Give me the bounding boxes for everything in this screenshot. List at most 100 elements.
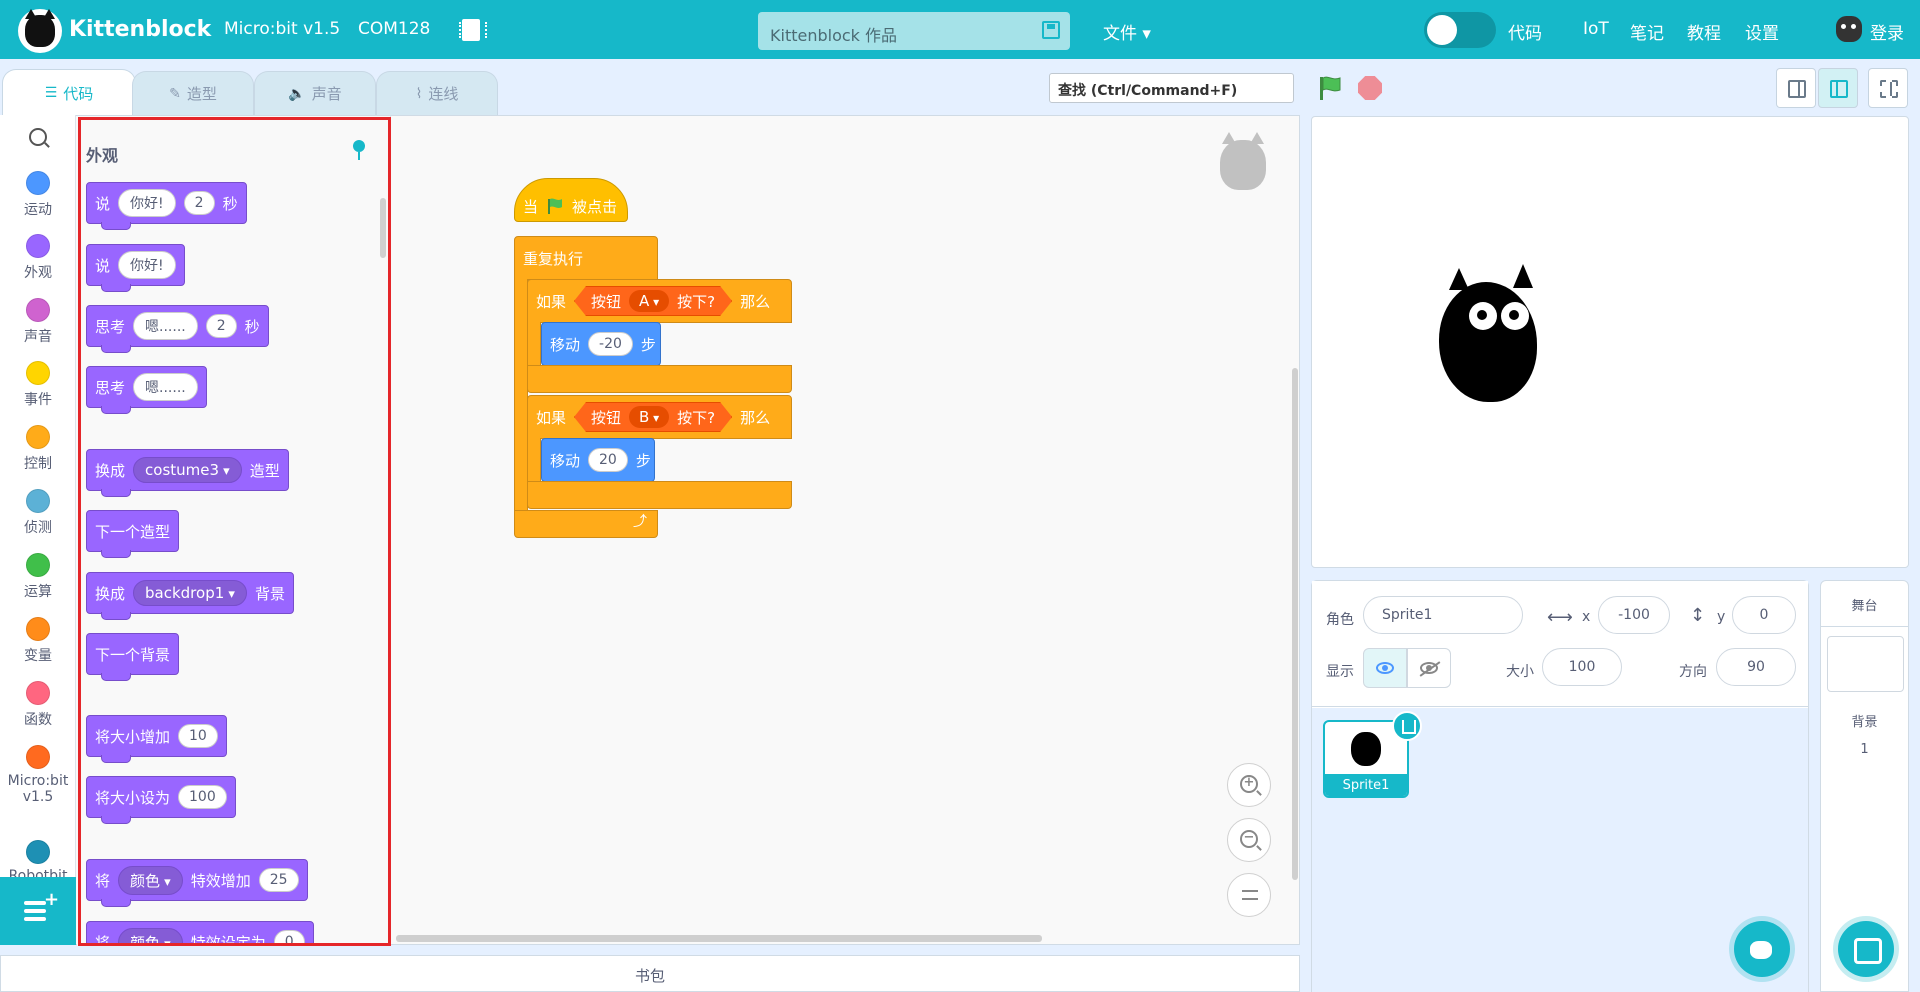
stop-icon[interactable] xyxy=(1358,76,1382,100)
zoom-reset-button[interactable] xyxy=(1227,873,1271,917)
block-move-steps[interactable]: 移动 -20 步 xyxy=(541,322,661,366)
category-6[interactable]: 侦测 xyxy=(0,489,76,537)
code-mode-toggle[interactable] xyxy=(1424,12,1496,48)
category-list: 运动外观声音事件控制侦测运算变量函数 Micro:bit v1.5 Robotbit xyxy=(0,0,76,877)
login-link[interactable]: 登录 xyxy=(1870,19,1904,44)
block-input[interactable]: 2 xyxy=(183,191,215,215)
block-next-backdrop[interactable]: 下一个背景 xyxy=(86,633,180,681)
show-sprite-button[interactable] xyxy=(1363,648,1407,688)
block-input[interactable]: 你好! xyxy=(118,251,176,279)
block-input[interactable]: 2 xyxy=(205,314,237,338)
block-input[interactable]: 10 xyxy=(178,724,218,748)
project-title-input[interactable]: Kittenblock 作品 xyxy=(758,12,1070,50)
category-2[interactable]: 外观 xyxy=(0,234,76,282)
tab-costumes[interactable]: ✎ 造型 xyxy=(132,71,254,115)
category-7[interactable]: 运算 xyxy=(0,553,76,601)
small-stage-button[interactable] xyxy=(1776,68,1816,108)
block-if-button-a[interactable]: 如果 按钮 A 按下? 那么 xyxy=(527,279,792,323)
backdrop-dropdown[interactable]: backdrop1 xyxy=(133,580,247,606)
block-change-effect[interactable]: 将 颜色 特效增加 25 xyxy=(86,859,308,907)
find-input[interactable]: 查找 (Ctrl/Command+F) xyxy=(1049,73,1294,103)
category-4[interactable]: 事件 xyxy=(0,361,76,409)
category-5[interactable]: 控制 xyxy=(0,425,76,473)
block-think-for-secs[interactable]: 思考 嗯...... 2 秒 xyxy=(86,305,269,353)
block-switch-costume[interactable]: 换成 costume3 造型 xyxy=(86,449,289,497)
block-button-pressed[interactable]: 按钮 B 按下? xyxy=(574,402,732,432)
category-8[interactable]: 变量 xyxy=(0,617,76,665)
delete-sprite-icon[interactable] xyxy=(1392,711,1422,741)
device-selector[interactable]: Micro:bit v1.5 xyxy=(224,19,340,39)
button-dropdown[interactable]: A xyxy=(629,290,669,312)
block-input[interactable]: 你好! xyxy=(118,189,176,217)
block-input[interactable]: 0 xyxy=(273,930,305,946)
menu-tutorials[interactable]: 教程 xyxy=(1687,19,1721,44)
user-avatar-icon[interactable] xyxy=(1836,16,1862,42)
sprite-name-input[interactable]: Sprite1 xyxy=(1363,596,1523,634)
block-input[interactable]: 25 xyxy=(258,868,299,892)
block-input[interactable]: 20 xyxy=(588,448,628,472)
block-input[interactable]: 嗯...... xyxy=(133,312,198,340)
y-input[interactable]: 0 xyxy=(1732,596,1796,634)
direction-input[interactable]: 90 xyxy=(1716,648,1796,686)
button-dropdown[interactable]: B xyxy=(629,406,669,428)
effect-dropdown[interactable]: 颜色 xyxy=(118,927,183,946)
menu-notes[interactable]: 笔记 xyxy=(1630,19,1664,44)
zoom-in-button[interactable]: + xyxy=(1227,763,1271,807)
normal-stage-button[interactable] xyxy=(1818,68,1858,108)
add-extension-button[interactable] xyxy=(0,877,76,945)
costume-dropdown[interactable]: costume3 xyxy=(133,457,242,483)
block-input[interactable]: -20 xyxy=(588,332,633,356)
block-when-flag-clicked[interactable]: 当 被点击 xyxy=(514,178,628,222)
category-9[interactable]: 函数 xyxy=(0,681,76,729)
category-1[interactable]: 运动 xyxy=(0,171,76,219)
x-input[interactable]: -100 xyxy=(1598,596,1670,634)
block-forever[interactable]: 重复执行 xyxy=(514,236,658,280)
block-if-button-b[interactable]: 如果 按钮 B 按下? 那么 xyxy=(527,395,792,439)
block-set-effect[interactable]: 将 颜色 特效设定为 0 xyxy=(86,921,314,946)
workspace-vertical-scrollbar[interactable] xyxy=(1292,368,1298,880)
block-think[interactable]: 思考 嗯...... xyxy=(86,366,207,414)
block-move-steps[interactable]: 移动 20 步 xyxy=(541,438,655,482)
palette-scrollbar[interactable] xyxy=(380,198,386,258)
sprite-cat-on-stage[interactable] xyxy=(1439,264,1537,402)
block-input[interactable]: 嗯...... xyxy=(133,373,198,401)
block-change-size[interactable]: 将大小增加 10 xyxy=(86,715,227,763)
tab-sounds[interactable]: 🔈 声音 xyxy=(254,71,376,115)
add-sprite-button[interactable] xyxy=(1734,921,1790,977)
category-11[interactable]: Robotbit xyxy=(0,840,76,877)
category-3[interactable]: 声音 xyxy=(0,298,76,346)
block-next-costume[interactable]: 下一个造型 xyxy=(86,510,180,558)
pin-icon[interactable] xyxy=(353,140,365,160)
block-switch-backdrop[interactable]: 换成 backdrop1 背景 xyxy=(86,572,294,620)
firmware-chip-icon[interactable] xyxy=(459,19,487,41)
zoom-out-button[interactable]: − xyxy=(1227,818,1271,862)
category-label: 函数 xyxy=(24,712,52,728)
port-selector[interactable]: COM128 xyxy=(358,19,430,39)
stage-thumbnail[interactable] xyxy=(1827,636,1904,692)
block-say-for-secs[interactable]: 说 你好! 2 秒 xyxy=(86,182,247,230)
add-backdrop-button[interactable] xyxy=(1838,921,1894,977)
menu-iot[interactable]: IoT xyxy=(1583,19,1609,39)
sprite-panel: 角色 Sprite1 ⟷ x -100 ↕ y 0 显示 大小 100 方向 9… xyxy=(1311,580,1809,992)
category-label: Micro:bit v1.5 xyxy=(7,773,69,805)
category-10[interactable]: Micro:bit v1.5 xyxy=(0,745,76,805)
direction-label: 方向 xyxy=(1679,664,1707,680)
menu-settings[interactable]: 设置 xyxy=(1745,19,1779,44)
block-say[interactable]: 说 你好! xyxy=(86,244,185,292)
block-input[interactable]: 100 xyxy=(178,785,227,809)
hide-sprite-button[interactable] xyxy=(1407,648,1451,688)
workspace-horizontal-scrollbar[interactable] xyxy=(396,935,1042,942)
backpack-bar[interactable]: 书包 xyxy=(0,955,1300,992)
save-icon[interactable] xyxy=(1042,21,1060,39)
block-set-size[interactable]: 将大小设为 100 xyxy=(86,776,236,824)
tab-wiring[interactable]: ⌇ 连线 xyxy=(376,71,498,115)
green-flag-icon[interactable] xyxy=(1316,74,1344,102)
category-dot-icon xyxy=(26,298,50,322)
block-button-pressed[interactable]: 按钮 A 按下? xyxy=(574,286,732,316)
size-input[interactable]: 100 xyxy=(1542,648,1622,686)
block-text: 说 xyxy=(95,256,111,275)
fullscreen-button[interactable] xyxy=(1868,68,1908,108)
file-menu[interactable]: 文件 ▾ xyxy=(1103,19,1151,44)
stage-canvas[interactable] xyxy=(1311,116,1909,568)
effect-dropdown[interactable]: 颜色 xyxy=(118,865,183,895)
